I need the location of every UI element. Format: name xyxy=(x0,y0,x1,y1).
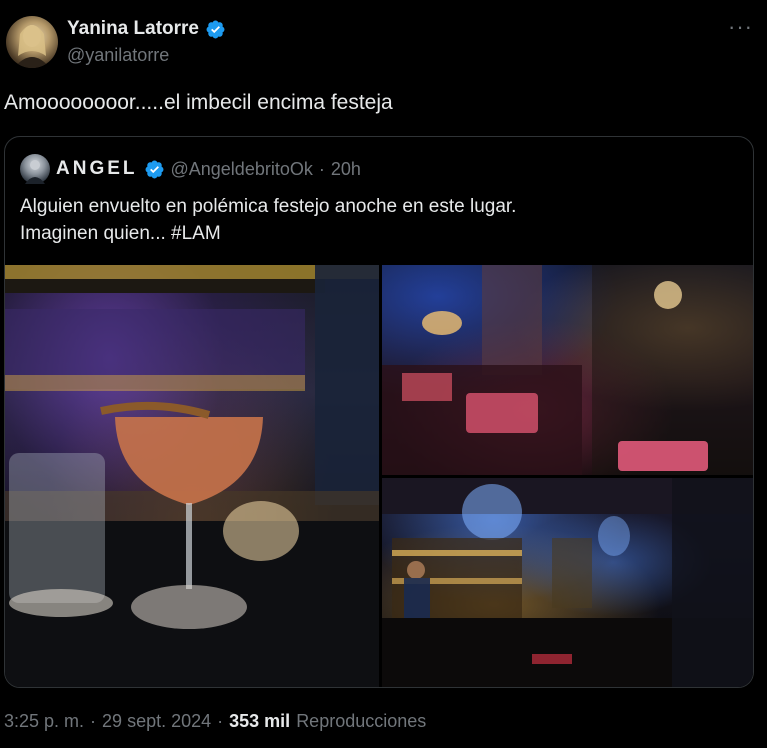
cocktail-photo[interactable] xyxy=(5,265,379,687)
author-display-name[interactable]: Yanina Latorre xyxy=(67,18,199,40)
more-icon[interactable]: ··· xyxy=(728,14,753,40)
author-avatar[interactable] xyxy=(6,16,58,68)
bar-photo-art xyxy=(382,478,753,687)
quote-author-avatar[interactable] xyxy=(20,154,50,184)
quoted-tweet[interactable]: ANGEL @AngeldebritoOk · 20h Alguien envu… xyxy=(4,136,754,688)
quote-text-line: Alguien envuelto en polémica festejo ano… xyxy=(20,196,517,217)
quote-media-grid xyxy=(5,265,753,687)
quote-avatar-portrait xyxy=(25,160,45,184)
views-label: Reproducciones xyxy=(296,711,427,731)
quote-separator: · xyxy=(318,158,325,179)
author-handle[interactable]: @yanilatorre xyxy=(67,45,169,66)
lounge-photo[interactable] xyxy=(382,265,753,475)
bar-photo[interactable] xyxy=(382,478,753,687)
views-count: 353 mil xyxy=(229,711,291,731)
tweet-date[interactable]: 29 sept. 2024 xyxy=(102,711,211,732)
quote-verified-badge-icon xyxy=(145,160,163,178)
cocktail-photo-art xyxy=(5,265,379,687)
tweet-time[interactable]: 3:25 p. m. xyxy=(4,711,84,732)
tweet-meta: 3:25 p. m. · 29 sept. 2024 · 353 mil Rep… xyxy=(4,711,426,732)
verified-badge-icon xyxy=(206,20,225,38)
tweet-header: Yanina Latorre @yanilatorre ··· xyxy=(0,0,767,80)
quote-author-handle[interactable]: @AngeldebritoOk xyxy=(171,159,313,180)
meta-separator: · xyxy=(217,711,224,731)
avatar-portrait xyxy=(14,25,50,68)
quote-time[interactable]: 20h xyxy=(331,159,361,180)
tweet-text: Amoooooooor.....el imbecil encima festej… xyxy=(4,91,393,114)
quote-author-display-name[interactable]: ANGEL xyxy=(56,158,138,180)
meta-separator: · xyxy=(90,711,97,731)
lounge-photo-art xyxy=(382,265,753,475)
quote-text-line: Imaginen quien... #LAM xyxy=(20,223,221,244)
quote-text: Alguien envuelto en polémica festejo ano… xyxy=(20,193,720,247)
